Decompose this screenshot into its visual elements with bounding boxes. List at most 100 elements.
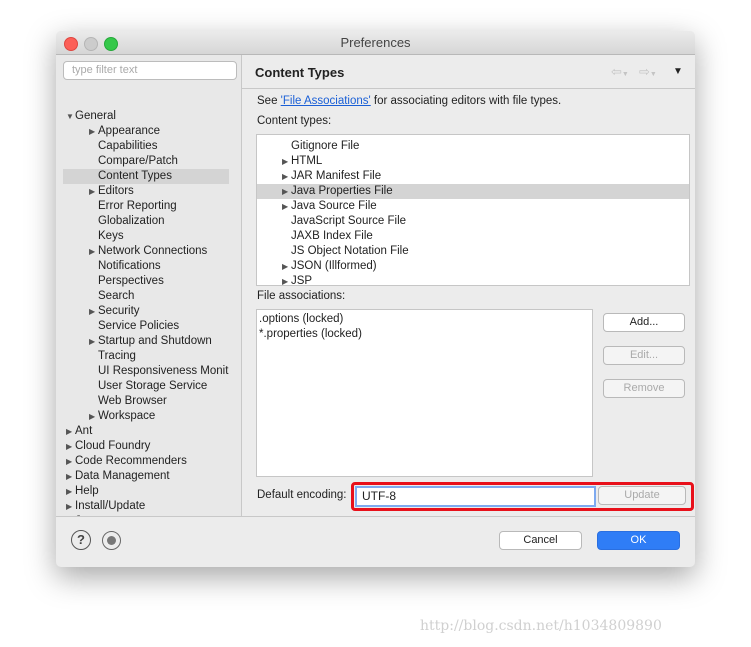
tree-item[interactable]: ▶ Security [63,304,229,319]
tree-item[interactable]: ▶ Network Connections [63,244,229,259]
tree-item[interactable]: ▶ Appearance [63,124,229,139]
collapsed-triangle-icon[interactable]: ▶ [282,199,291,214]
default-encoding-input[interactable]: UTF-8 [355,486,596,507]
content-type-label: JS Object Notation File [291,245,409,257]
tree-item[interactable]: ▶ Ant [63,424,229,439]
tree-item[interactable]: ▶ Startup and Shutdown [63,334,229,349]
tree-item[interactable]: ▶ Workspace [63,409,229,424]
tree-item[interactable]: Service Policies [63,319,229,334]
tree-item[interactable]: ▶ Code Recommenders [63,454,229,469]
tree-item-label: General [75,110,116,122]
content-type-item[interactable]: ▶ JSP [257,274,689,285]
ok-button[interactable]: OK [597,531,680,550]
tree-item[interactable]: Search [63,289,229,304]
tree-item[interactable]: ▶ Cloud Foundry [63,439,229,454]
file-association-item[interactable]: *.properties (locked) [259,327,362,342]
help-icon[interactable]: ? [71,530,91,550]
expanded-triangle-icon[interactable]: ▼ [66,109,75,124]
collapsed-triangle-icon[interactable]: ▶ [89,409,98,424]
collapsed-triangle-icon[interactable]: ▶ [89,124,98,139]
tree-item[interactable]: ▶ Install/Update [63,499,229,514]
tree-item-label: Capabilities [98,140,158,152]
minimize-button[interactable] [84,37,98,51]
close-button[interactable] [64,37,78,51]
tree-item-label: Compare/Patch [98,155,178,167]
tree-item-label: Install/Update [75,500,146,512]
file-associations-list[interactable]: .options (locked) *.properties (locked) [256,309,593,477]
collapsed-triangle-icon[interactable]: ▶ [66,424,75,439]
tree-item-label: Search [98,290,135,302]
tree-item[interactable]: Globalization [63,214,229,229]
default-encoding-label: Default encoding: [257,489,347,501]
collapsed-triangle-icon[interactable]: ▶ [282,259,291,274]
tree-item[interactable]: Compare/Patch [63,154,229,169]
page-header: Content Types ⇦▼ ⇨▼ ▼ [242,55,695,89]
collapsed-triangle-icon[interactable]: ▶ [282,154,291,169]
remove-button[interactable]: Remove [603,379,685,398]
intro-text: See 'File Associations' for associating … [257,95,561,107]
collapsed-triangle-icon[interactable]: ▶ [282,169,291,184]
tree-item-label: UI Responsiveness Monit [98,365,229,377]
tree-item[interactable]: Error Reporting [63,199,229,214]
content-type-label: JAR Manifest File [291,170,382,182]
collapsed-triangle-icon[interactable]: ▶ [89,184,98,199]
tree-item[interactable]: Keys [63,229,229,244]
collapsed-triangle-icon[interactable]: ▶ [89,304,98,319]
import-export-icon[interactable] [102,531,121,550]
forward-icon[interactable]: ⇨▼ [639,64,657,80]
tree-item[interactable]: ▶ Help [63,484,229,499]
content-type-item[interactable]: JavaScript Source File [257,214,689,229]
collapsed-triangle-icon[interactable]: ▶ [66,484,75,499]
tree-item-label: Error Reporting [98,200,177,212]
content-type-item[interactable]: ▶ JSON (Illformed) [257,259,689,274]
tree-item[interactable]: ▶ Editors [63,184,229,199]
cancel-button[interactable]: Cancel [499,531,582,550]
collapsed-triangle-icon[interactable]: ▶ [282,184,291,199]
tree-item-label: Network Connections [98,245,208,257]
tree-item[interactable]: Web Browser [63,394,229,409]
tree-item-label: Editors [98,185,134,197]
tree-item[interactable]: Content Types [63,169,229,184]
collapsed-triangle-icon[interactable]: ▶ [89,334,98,349]
content-type-item[interactable]: Gitignore File [257,139,689,154]
tree-item[interactable]: ▼General [63,109,229,124]
tree-item[interactable]: UI Responsiveness Monit [63,364,229,379]
content-type-label: Gitignore File [291,140,360,152]
filter-input[interactable]: type filter text [63,61,237,80]
content-type-item[interactable]: ▶ JAR Manifest File [257,169,689,184]
zoom-button[interactable] [104,37,118,51]
tree-item-label: Cloud Foundry [75,440,151,452]
tree-item[interactable]: Perspectives [63,274,229,289]
content-type-item[interactable]: JAXB Index File [257,229,689,244]
tree-item-label: Code Recommenders [75,455,187,467]
collapsed-triangle-icon[interactable]: ▶ [66,469,75,484]
collapsed-triangle-icon[interactable]: ▶ [66,454,75,469]
tree-item-label: Help [75,485,99,497]
content-type-item[interactable]: ▶ Java Properties File [257,184,689,199]
content-types-label: Content types: [257,115,332,127]
content-types-tree[interactable]: Gitignore File ▶ HTML ▶ JAR Manifest File ▶ Ja… [256,134,690,286]
collapsed-triangle-icon[interactable]: ▶ [66,499,75,514]
file-associations-link[interactable]: 'File Associations' [281,95,371,107]
tree-item-label: Tracing [98,350,136,362]
preferences-tree-pane: type filter text ▼General ▶ Appearance Capa… [56,55,242,516]
collapsed-triangle-icon[interactable]: ▶ [89,244,98,259]
intro-suffix: for associating editors with file types. [370,95,562,107]
file-association-item[interactable]: .options (locked) [259,312,343,327]
collapsed-triangle-icon[interactable]: ▶ [66,439,75,454]
tree-item[interactable]: Notifications [63,259,229,274]
view-menu-icon[interactable]: ▼ [673,66,683,77]
tree-item[interactable]: Capabilities [63,139,229,154]
edit-button[interactable]: Edit... [603,346,685,365]
content-type-item[interactable]: ▶ HTML [257,154,689,169]
tree-item[interactable]: Tracing [63,349,229,364]
tree-item[interactable]: User Storage Service [63,379,229,394]
collapsed-triangle-icon[interactable]: ▶ [282,274,291,285]
file-associations-label: File associations: [257,290,346,302]
content-type-item[interactable]: ▶ Java Source File [257,199,689,214]
back-icon[interactable]: ⇦▼ [611,64,629,80]
update-button[interactable]: Update [598,486,686,505]
add-button[interactable]: Add... [603,313,685,332]
content-type-item[interactable]: JS Object Notation File [257,244,689,259]
tree-item[interactable]: ▶ Data Management [63,469,229,484]
